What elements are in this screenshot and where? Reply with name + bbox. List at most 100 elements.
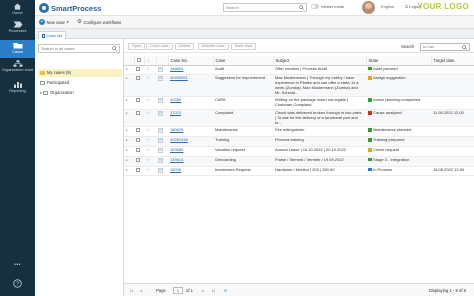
expand-icon[interactable]: ▸ xyxy=(124,136,134,148)
expand-icon[interactable]: ▸ xyxy=(124,109,134,128)
case-number-link[interactable]: 183585 xyxy=(170,147,183,152)
tree-item-organization[interactable]: ▸ Organization xyxy=(38,89,122,97)
case-number-link[interactable]: 40283051 xyxy=(170,75,188,80)
star-icon[interactable]: ☆ xyxy=(144,126,156,138)
state-label: Assign suggestion xyxy=(373,75,406,81)
row-checkbox[interactable] xyxy=(134,109,144,128)
case-type-cell: Investment Request xyxy=(213,166,273,177)
column-header-case-no[interactable]: Case No. xyxy=(168,56,214,66)
target-date-cell: 15.05.2022 12:00 xyxy=(431,166,474,177)
global-search-placeholder: Search xyxy=(226,5,239,10)
close-case-button[interactable]: Close case xyxy=(146,43,173,50)
column-header-target-date[interactable]: Target date xyxy=(431,56,474,66)
chevron-right-icon[interactable]: ▸ xyxy=(40,89,42,97)
prev-page-button[interactable]: ◂ xyxy=(140,288,142,293)
row-checkbox[interactable] xyxy=(134,166,144,177)
state-cell: Stage 3 - Integration xyxy=(366,156,431,167)
table-row[interactable]: ▸ ☆ 180625 Maintenance Fire extinguisher Main… xyxy=(124,126,474,138)
case-number-link[interactable]: 37023 xyxy=(170,110,181,115)
case-number-link[interactable]: 168604 xyxy=(170,66,183,71)
table-row[interactable]: ▸ ☆ 15030 Investment Request Hardware / Moni… xyxy=(124,166,474,177)
page-number-input[interactable]: 1 xyxy=(173,287,183,294)
rail-label-cases: Cases xyxy=(12,50,23,54)
table-row[interactable]: ▸ ☆ 183585 Vacation request Annual Leave | 1… xyxy=(124,146,474,157)
star-icon[interactable]: ☆ xyxy=(144,74,156,98)
open-button[interactable]: Open xyxy=(128,43,146,50)
case-number-link[interactable]: 40285 xyxy=(170,97,181,103)
configure-workflows-button[interactable]: ⚙ Configure workflows xyxy=(77,19,121,25)
search-icon[interactable] xyxy=(299,5,304,10)
case-number-link[interactable]: 40281346 xyxy=(170,137,188,142)
table-row[interactable]: ▸ ☆ 40281346 Training Process training Traini… xyxy=(124,136,474,148)
first-page-button[interactable]: |◂ xyxy=(130,288,133,293)
star-icon[interactable]: ☆ xyxy=(144,136,156,148)
user-avatar[interactable] xyxy=(362,1,375,14)
global-search-input[interactable]: Search xyxy=(223,3,307,12)
select-all-checkbox[interactable] xyxy=(134,56,145,66)
expand-icon[interactable]: ▸ xyxy=(124,146,134,157)
search-icon[interactable] xyxy=(112,46,117,51)
next-page-button[interactable]: ▸ xyxy=(202,288,204,293)
star-icon[interactable]: ☆ xyxy=(144,156,156,167)
viewer-mode-toggle[interactable] xyxy=(311,4,319,9)
app-logo[interactable]: SmartProcess xyxy=(39,3,101,13)
star-icon[interactable]: ☆ xyxy=(144,146,156,157)
rail-item-cases[interactable]: Cases xyxy=(0,40,35,58)
table-row[interactable]: ▸ ☆ 139613 Onboarding Fraise / Sternek / Ver… xyxy=(124,156,474,167)
app-name: SmartProcess xyxy=(51,3,102,13)
tree-item-my-cases[interactable]: My cases (9) xyxy=(38,69,122,77)
row-checkbox[interactable] xyxy=(134,65,144,76)
state-color-icon xyxy=(368,167,372,172)
more-icon[interactable]: ••• xyxy=(0,262,35,270)
tab-case-list[interactable]: Case list xyxy=(38,31,66,39)
expand-icon[interactable]: ▸ xyxy=(124,96,134,111)
folder-icon xyxy=(40,71,45,75)
expand-icon[interactable]: ▸ xyxy=(124,126,134,138)
rail-item-home[interactable]: Home xyxy=(0,3,35,19)
mark-read-button[interactable]: Mark read xyxy=(231,43,257,50)
case-number-link[interactable]: 180625 xyxy=(170,127,183,133)
row-checkbox[interactable] xyxy=(134,74,144,98)
tree-item-participated[interactable]: Participated xyxy=(38,79,122,87)
case-number-link[interactable]: 139613 xyxy=(170,157,183,162)
star-icon[interactable]: ☆ xyxy=(144,109,156,128)
row-checkbox[interactable] xyxy=(134,126,144,138)
new-case-button[interactable]: + New case ▾ xyxy=(39,19,69,25)
expand-icon[interactable]: ▸ xyxy=(124,65,134,76)
list-search-input[interactable]: to List xyxy=(420,43,470,51)
rail-item-reporting[interactable]: Reporting xyxy=(0,81,35,97)
delete-button[interactable]: Delete xyxy=(175,43,194,50)
column-header-state[interactable]: State xyxy=(366,56,432,66)
tree-search-input[interactable]: Search in all cases xyxy=(38,44,120,53)
column-header-subject[interactable]: Subject xyxy=(273,56,367,66)
case-number-link[interactable]: 15030 xyxy=(170,167,181,172)
activate-case-button[interactable]: Activate case xyxy=(198,43,229,50)
star-icon[interactable]: ☆ xyxy=(144,65,156,76)
expand-icon[interactable]: ▸ xyxy=(124,166,134,177)
state-label: Cause analysed xyxy=(373,110,402,116)
row-checkbox[interactable] xyxy=(134,136,144,148)
rail-label-processes: Processes xyxy=(8,29,27,33)
expand-header xyxy=(124,56,135,66)
refresh-icon[interactable]: ⟳ xyxy=(224,288,228,293)
star-icon[interactable]: ☆ xyxy=(144,96,156,111)
case-type-icon xyxy=(156,74,168,98)
expand-icon[interactable]: ▸ xyxy=(124,156,134,167)
row-checkbox[interactable] xyxy=(134,156,144,167)
table-row[interactable]: ▸ ☆ 168604 Audit Offer creation | Process Au… xyxy=(124,65,474,76)
table-row[interactable]: ▸ ☆ 40283051 Suggestion for improvement Max … xyxy=(124,74,474,98)
table-row[interactable]: ▸ ☆ 37023 Complaint Circuit was delivered br… xyxy=(124,109,474,128)
row-checkbox[interactable] xyxy=(134,96,144,111)
last-page-button[interactable]: ▸| xyxy=(212,288,215,293)
state-cell: Maintenance planned xyxy=(366,126,431,138)
table-row[interactable]: ▸ ☆ 40285 CAPA Writing on the package insert… xyxy=(124,96,474,111)
rail-item-organization-chart[interactable]: Organization chart xyxy=(0,60,35,78)
help-icon[interactable]: ? xyxy=(0,279,35,291)
search-icon[interactable] xyxy=(462,45,467,50)
language-select[interactable]: English xyxy=(381,4,394,9)
column-header-case[interactable]: Case xyxy=(213,56,274,66)
expand-icon[interactable]: ▸ xyxy=(124,74,134,98)
star-icon[interactable]: ☆ xyxy=(144,166,156,177)
row-checkbox[interactable] xyxy=(134,146,144,157)
rail-item-processes[interactable]: Processes xyxy=(0,21,35,37)
